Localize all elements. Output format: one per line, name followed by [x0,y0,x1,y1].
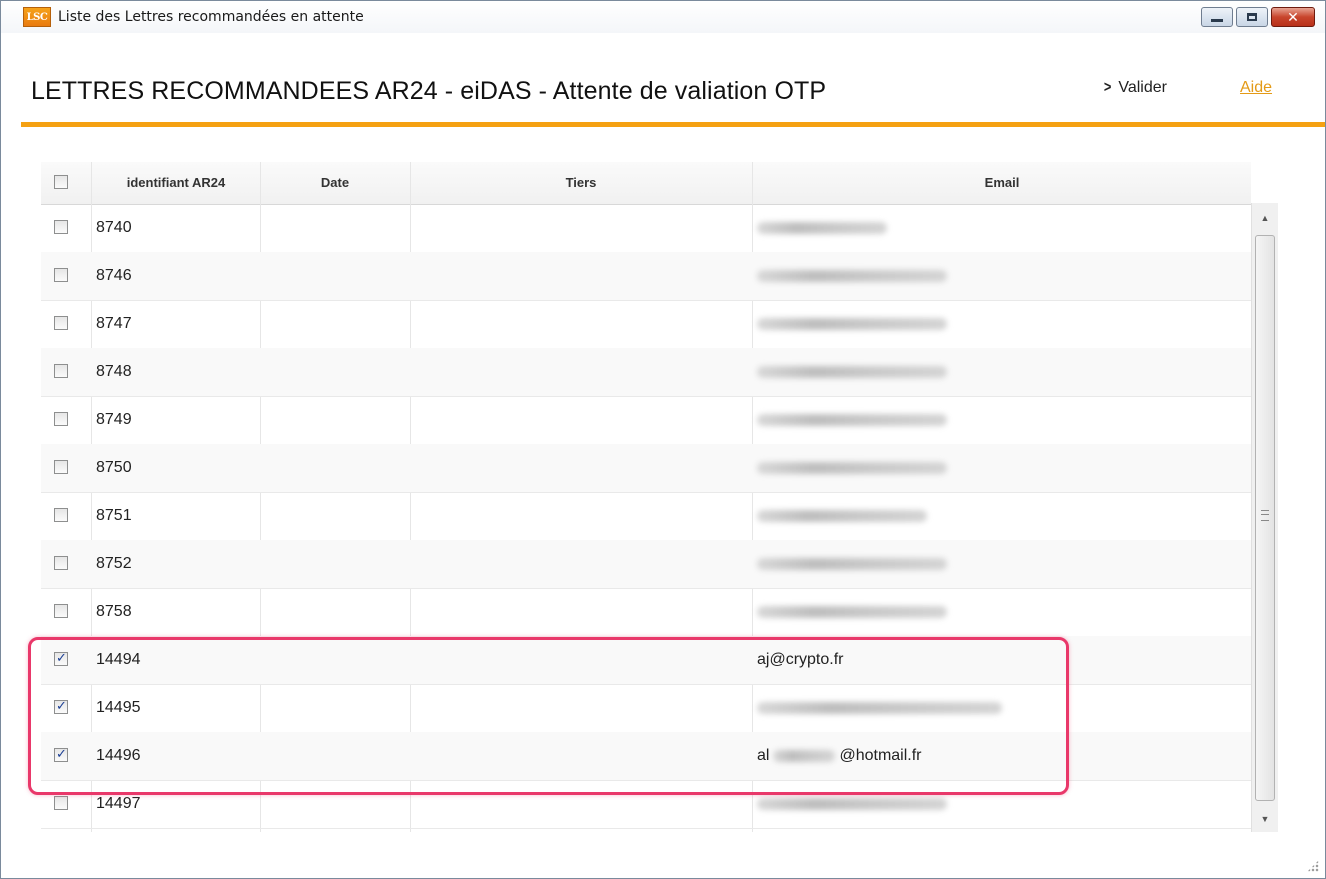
table-row[interactable]: 8746 [41,252,1251,301]
main-window: LSC Liste des Lettres recommandées en at… [0,0,1326,879]
vertical-scrollbar[interactable]: ▲ ▼ [1251,203,1278,832]
row-checkbox[interactable] [54,268,68,282]
cell-identifiant: 8749 [96,411,132,428]
redacted-text [757,269,947,282]
row-checkbox[interactable] [54,460,68,474]
cell-identifiant: 8747 [96,315,132,332]
redacted-text [757,221,887,234]
scroll-thumb[interactable] [1255,235,1275,801]
table-row[interactable]: 8751 [41,492,1251,541]
window-title: Liste des Lettres recommandées en attent… [58,9,364,25]
cell-email [757,684,1002,732]
table-row[interactable]: 14496 al @hotmail.fr [41,732,1251,781]
resize-grip-icon[interactable] [1307,860,1319,872]
scroll-down-icon[interactable]: ▼ [1252,808,1278,830]
chevron-right-icon: > [1103,79,1112,96]
cell-email [757,444,947,492]
letters-table: identifiant AR24 Date Tiers Email 8740 87… [41,162,1251,832]
email-suffix: @hotmail.fr [839,747,922,764]
row-checkbox[interactable] [54,412,68,426]
select-all-checkbox[interactable] [54,175,68,189]
row-checkbox[interactable] [54,698,68,714]
cell-identifiant: 8750 [96,459,132,476]
redacted-text [757,317,947,330]
row-checkbox[interactable] [54,604,68,618]
scroll-up-icon[interactable]: ▲ [1252,207,1278,229]
cell-email: aj@crypto.fr [757,651,844,668]
cell-email [757,396,947,444]
redacted-text [757,413,947,426]
cell-identifiant: 14497 [96,795,141,812]
redacted-text [757,797,947,810]
cell-email [757,492,927,540]
cell-identifiant: 14495 [96,699,141,716]
valider-button[interactable]: > Valider [1103,79,1167,97]
redacted-text [773,749,836,762]
row-checkbox[interactable] [54,746,68,762]
maximize-button[interactable] [1236,7,1268,27]
table-row[interactable]: 8740 [41,204,1251,253]
table-row[interactable]: 8752 [41,540,1251,589]
redacted-text [757,461,947,474]
redacted-text [757,365,947,378]
redacted-text [757,605,947,618]
cell-email [757,540,947,588]
cell-identifiant: 8758 [96,603,132,620]
cell-identifiant: 14496 [96,747,141,764]
cell-email [757,588,947,636]
aide-link[interactable]: Aide [1240,79,1272,97]
cell-email [757,348,947,396]
column-header-identifiant[interactable]: identifiant AR24 [93,162,259,204]
close-button[interactable]: ✕ [1271,7,1315,27]
cell-identifiant: 8751 [96,507,132,524]
cell-email [757,780,947,828]
table-row[interactable]: 8758 [41,588,1251,637]
cell-identifiant: 8748 [96,363,132,380]
row-checkbox[interactable] [54,796,68,810]
cell-identifiant: 8746 [96,267,132,284]
email-prefix: al [757,747,770,764]
column-header-tiers[interactable]: Tiers [411,162,751,204]
row-checkbox[interactable] [54,650,68,666]
close-icon: ✕ [1287,9,1299,25]
lsc-logo-icon: LSC [23,7,51,27]
table-row[interactable]: 8747 [41,300,1251,349]
table-row[interactable]: 8749 [41,396,1251,445]
cell-identifiant: 8752 [96,555,132,572]
minimize-icon [1211,19,1223,22]
table-header: identifiant AR24 Date Tiers Email [41,162,1251,205]
page-header: LETTRES RECOMMANDEES AR24 - eiDAS - Atte… [1,63,1325,123]
row-checkbox[interactable] [54,364,68,378]
cell-email: al @hotmail.fr [757,732,922,780]
maximize-icon [1247,13,1257,21]
table-row[interactable]: 8750 [41,444,1251,493]
title-bar[interactable]: LSC Liste des Lettres recommandées en at… [1,1,1325,33]
table-row[interactable]: 14494 aj@crypto.fr [41,636,1251,685]
cell-email [757,300,947,348]
table-row[interactable]: 14497 [41,780,1251,829]
cell-identifiant: 8740 [96,219,132,236]
header-divider [21,122,1325,127]
table-row[interactable]: 14495 [41,684,1251,733]
redacted-text [757,557,947,570]
grip-icon [1261,510,1269,521]
valider-label: Valider [1118,79,1167,96]
window-controls: ✕ [1201,7,1315,27]
row-checkbox[interactable] [54,508,68,522]
cell-email [757,252,947,300]
redacted-text [757,701,1002,714]
redacted-text [757,509,927,522]
column-header-email[interactable]: Email [753,162,1251,204]
table-row[interactable]: 8748 [41,348,1251,397]
minimize-button[interactable] [1201,7,1233,27]
cell-identifiant: 14494 [96,651,141,668]
cell-email [757,204,887,252]
page-title: LETTRES RECOMMANDEES AR24 - eiDAS - Atte… [31,77,827,105]
row-checkbox[interactable] [54,316,68,330]
row-checkbox[interactable] [54,556,68,570]
column-header-date[interactable]: Date [261,162,409,204]
row-checkbox[interactable] [54,220,68,234]
